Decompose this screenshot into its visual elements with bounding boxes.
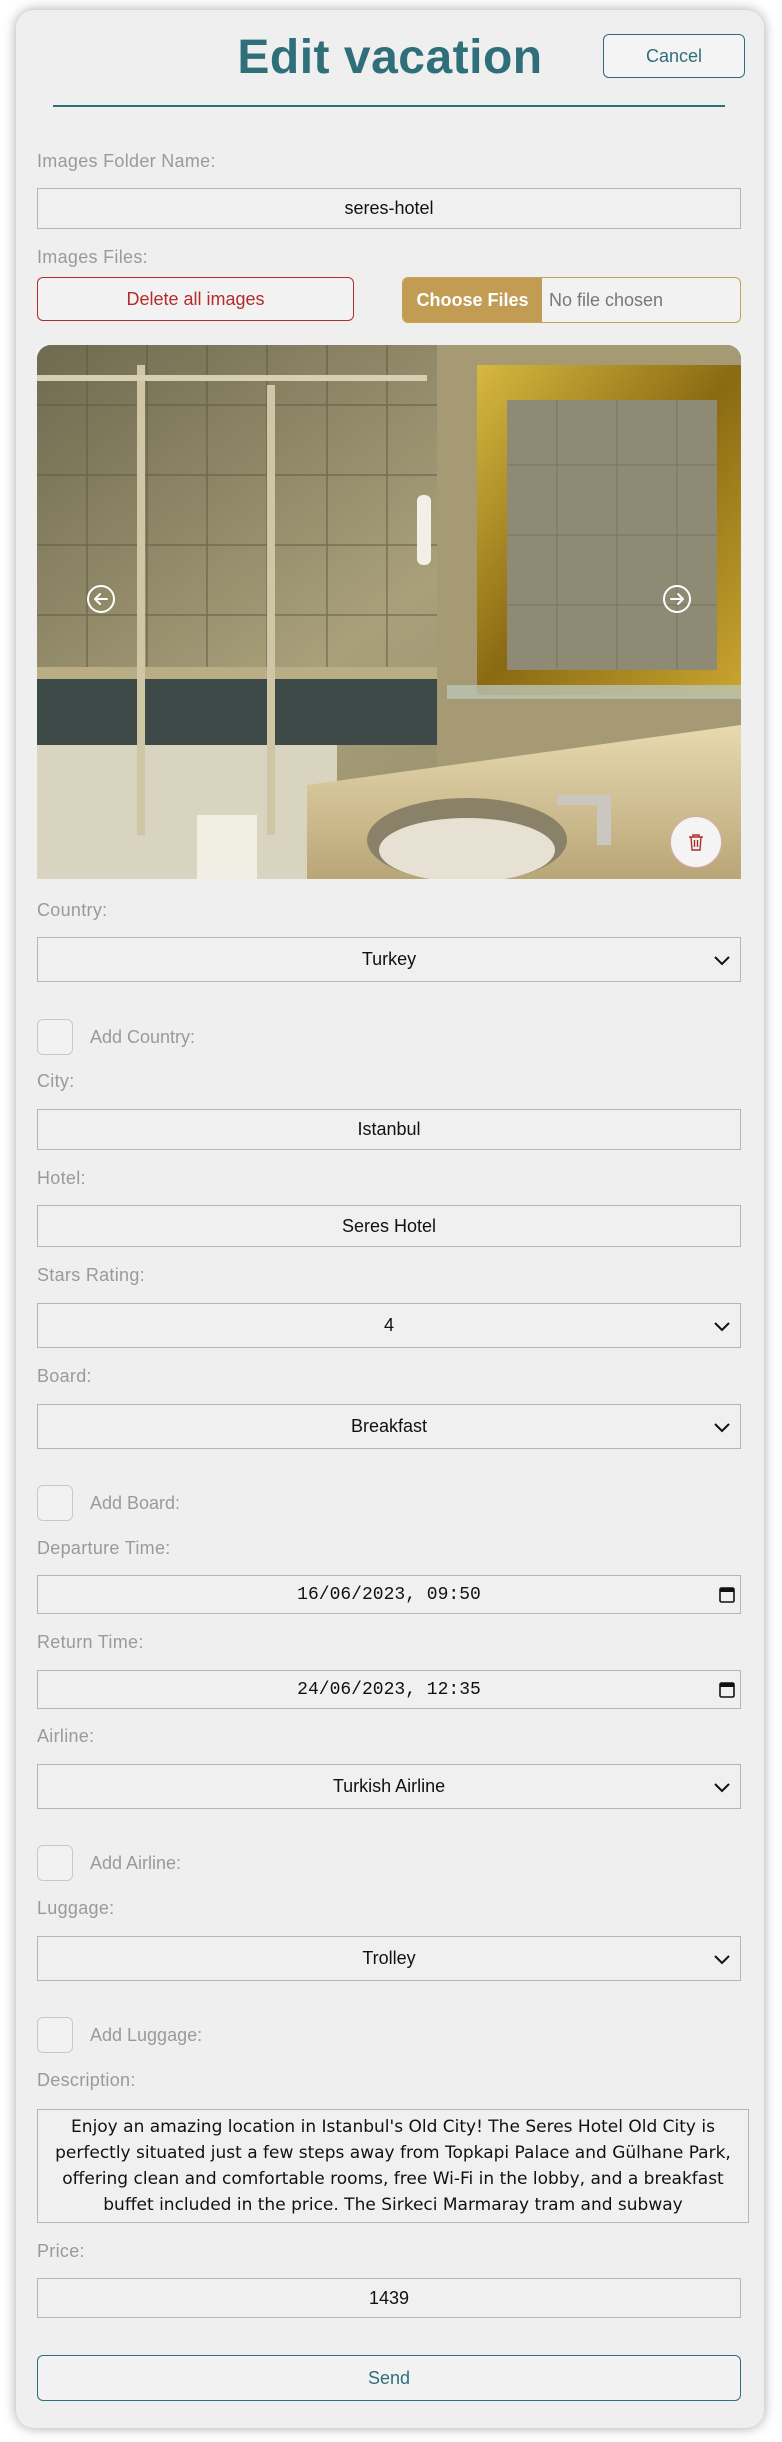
add-country-label: Add Country: xyxy=(90,1027,196,1047)
no-file-chosen-text: No file chosen xyxy=(549,289,664,310)
departure-value: 16/06/2023, 09:50 xyxy=(297,1584,481,1605)
bathroom-photo xyxy=(37,345,741,879)
city-label: City: xyxy=(37,1071,75,1091)
add-luggage-label: Add Luggage: xyxy=(90,2025,203,2045)
return-datetime-input[interactable]: 24/06/2023, 12:35 xyxy=(37,1670,741,1709)
departure-datetime-input[interactable]: 16/06/2023, 09:50 xyxy=(37,1575,741,1614)
country-label: Country: xyxy=(37,900,108,920)
return-label: Return Time: xyxy=(37,1632,144,1652)
country-select[interactable]: Turkey xyxy=(37,937,741,982)
image-carousel xyxy=(37,345,741,879)
airline-select[interactable]: Turkish Airline xyxy=(37,1764,741,1809)
description-label: Description: xyxy=(37,2070,136,2090)
choose-files-button[interactable]: Choose Files xyxy=(403,278,542,322)
board-select[interactable]: Breakfast xyxy=(37,1404,741,1449)
title-divider xyxy=(53,105,725,107)
board-label: Board: xyxy=(37,1366,92,1386)
stars-label: Stars Rating: xyxy=(37,1265,145,1285)
calendar-icon[interactable] xyxy=(719,1681,735,1698)
return-value: 24/06/2023, 12:35 xyxy=(297,1679,481,1700)
trash-icon xyxy=(689,834,703,851)
cancel-button[interactable]: Cancel xyxy=(603,34,745,78)
file-input[interactable]: Choose Files No file chosen xyxy=(402,277,741,323)
airline-value: Turkish Airline xyxy=(332,1776,446,1796)
add-board-label: Add Board: xyxy=(90,1493,181,1513)
description-textarea[interactable]: Enjoy an amazing location in Istanbul's … xyxy=(37,2109,749,2223)
images-folder-label: Images Folder Name: xyxy=(37,151,216,171)
luggage-select[interactable]: Trolley xyxy=(37,1936,741,1981)
add-airline-checkbox[interactable] xyxy=(37,1845,73,1881)
country-value: Turkey xyxy=(361,949,417,969)
chevron-down-icon xyxy=(714,1782,730,1792)
arrow-left-icon[interactable] xyxy=(86,584,116,614)
delete-image-button[interactable] xyxy=(670,816,722,868)
add-country-checkbox[interactable] xyxy=(37,1019,73,1055)
board-value: Breakfast xyxy=(350,1416,428,1436)
stars-select[interactable]: 4 xyxy=(37,1303,741,1348)
airline-label: Airline: xyxy=(37,1726,95,1746)
price-label: Price: xyxy=(37,2241,85,2261)
hotel-input[interactable]: Seres Hotel xyxy=(37,1205,741,1247)
images-files-label: Images Files: xyxy=(37,247,148,267)
stars-value: 4 xyxy=(383,1315,394,1335)
add-airline-label: Add Airline: xyxy=(90,1853,182,1873)
images-folder-input[interactable]: seres-hotel xyxy=(37,188,741,229)
add-luggage-checkbox[interactable] xyxy=(37,2017,73,2053)
luggage-label: Luggage: xyxy=(37,1898,115,1918)
calendar-icon[interactable] xyxy=(719,1586,735,1603)
delete-all-images-button[interactable]: Delete all images xyxy=(37,277,354,321)
edit-vacation-card: Edit vacation Cancel Images Folder Name:… xyxy=(16,10,764,2428)
city-input[interactable]: Istanbul xyxy=(37,1109,741,1150)
add-board-checkbox[interactable] xyxy=(37,1485,73,1521)
chevron-down-icon xyxy=(714,1321,730,1331)
luggage-value: Trolley xyxy=(362,1948,416,1968)
chevron-down-icon xyxy=(714,955,730,965)
departure-label: Departure Time: xyxy=(37,1538,171,1558)
chevron-down-icon xyxy=(714,1954,730,1964)
hotel-label: Hotel: xyxy=(37,1168,86,1188)
chevron-down-icon xyxy=(714,1422,730,1432)
arrow-right-icon[interactable] xyxy=(662,584,692,614)
send-button[interactable]: Send xyxy=(37,2355,741,2401)
price-input[interactable]: 1439 xyxy=(37,2278,741,2318)
